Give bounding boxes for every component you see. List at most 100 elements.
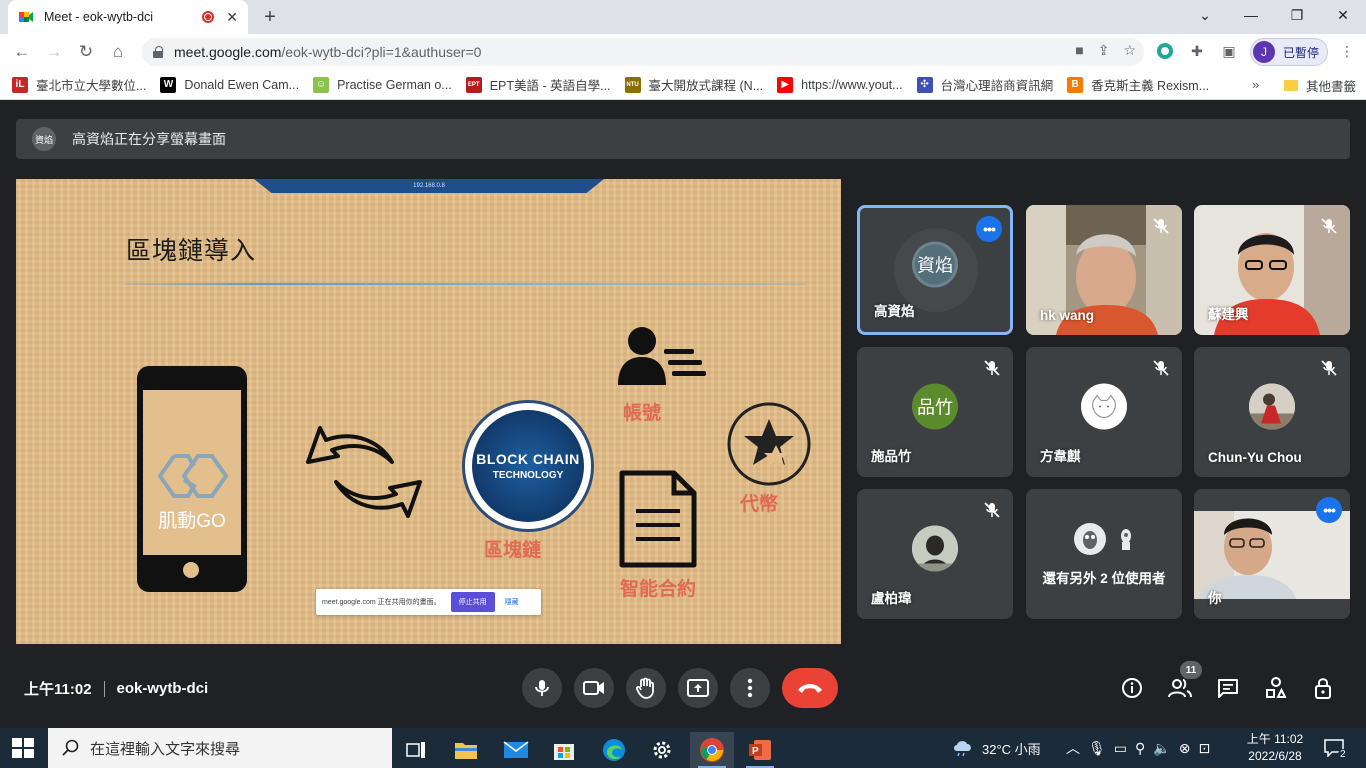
system-tray: ︿ 🎙 ▭ ⚲ 🔈 ⊗ ⊡	[1066, 728, 1210, 768]
other-bookmarks-folder[interactable]: 其他書籤	[1284, 76, 1356, 95]
taskbar-clock[interactable]: 上午 11:02 2022/6/28	[1240, 731, 1310, 765]
browser-menu-icon[interactable]: ⋮	[1336, 40, 1358, 62]
close-window-button[interactable]: ✕	[1320, 0, 1366, 30]
participant-tile[interactable]: 盧柏瑋	[857, 489, 1013, 619]
bookmark-item[interactable]: ✣ 台灣心理諮商資訊網	[916, 75, 1053, 94]
restore-button[interactable]: ❐	[1274, 0, 1320, 30]
reload-icon[interactable]: ↻	[74, 40, 98, 64]
notification-center-button[interactable]: 2	[1324, 728, 1354, 768]
participant-tile[interactable]: Chun-Yu Chou	[1194, 347, 1350, 477]
side-panel-icon[interactable]: ▣	[1218, 40, 1240, 62]
microsoft-store-icon[interactable]	[542, 732, 586, 768]
bookmark-item[interactable]: ☺ Practise German o...	[313, 76, 452, 93]
share-icon[interactable]: ⇪	[1098, 42, 1110, 59]
bookmarks-bar: iL 臺北市立大學數位... W Donald Ewen Cam... ☺ Practis…	[0, 70, 1366, 100]
weather-widget[interactable]: 32°C 小雨	[952, 728, 1041, 768]
people-icon[interactable]	[1168, 676, 1192, 700]
battery-icon[interactable]: ▭	[1114, 740, 1127, 757]
input-method-icon[interactable]: ⊡	[1198, 740, 1210, 757]
slide-title: 區塊鏈導入	[126, 237, 257, 265]
participant-name: Chun-Yu Chou	[1208, 450, 1302, 465]
more-options-button[interactable]	[730, 668, 770, 708]
show-hidden-icons-chevron-up-icon[interactable]: ︿	[1066, 738, 1080, 758]
address-bar[interactable]: meet.google.com/eok-wytb-dci?pli=1&authu…	[142, 38, 1144, 66]
bookmarks-more-icon[interactable]: »	[1252, 77, 1259, 92]
leave-call-button[interactable]	[782, 668, 838, 708]
self-tile[interactable]: ••• 你	[1194, 489, 1350, 619]
more-participants-tile[interactable]: 還有另外 2 位使用者	[1026, 489, 1182, 619]
host-controls-lock-icon[interactable]	[1312, 676, 1336, 700]
stop-sharing-button[interactable]: 停止共用	[450, 592, 495, 612]
phone-graphic: 肌動GO	[137, 366, 247, 592]
file-explorer-icon[interactable]	[444, 732, 488, 768]
camera-button[interactable]	[574, 668, 614, 708]
windows-taskbar: 在這裡輸入文字來搜尋 P 32°C 小雨 ︿ 🎙 ▭ ⚲ 🔈 ⊗ ⊡ 上午 11…	[0, 728, 1366, 768]
bookmark-favicon-icon: ✣	[916, 76, 933, 93]
tab-search-chevron-down-icon[interactable]: ⌄	[1182, 0, 1228, 30]
meet-favicon-icon	[18, 9, 34, 25]
bookmark-item[interactable]: W Donald Ewen Cam...	[160, 76, 299, 93]
remote-desktop-bar[interactable]: 192.168.0.8	[254, 179, 604, 193]
tab-title: Meet - eok-wytb-dci	[44, 10, 154, 24]
participant-tile[interactable]: 品竹 施品竹	[857, 347, 1013, 477]
powerpoint-icon[interactable]: P	[738, 732, 782, 768]
shared-screen[interactable]: 192.168.0.8 區塊鏈導入 肌動GO BLOCK CHAIN TECHN…	[16, 179, 841, 644]
participant-tile[interactable]: 資焰 ••• 高資焰	[857, 205, 1013, 335]
present-screen-button[interactable]	[678, 668, 718, 708]
profile-button[interactable]: J 已暫停	[1250, 38, 1328, 66]
home-icon[interactable]: ⌂	[106, 40, 130, 64]
taskbar-search-box[interactable]: 在這裡輸入文字來搜尋	[48, 728, 392, 768]
rdp-ip: 192.168.0.8	[413, 183, 445, 189]
bookmark-item[interactable]: EPT EPT美語 - 英語自學...	[465, 75, 611, 94]
other-bookmarks-label: 其他書籤	[1306, 80, 1357, 94]
speaking-dots-icon[interactable]: •••	[1316, 497, 1342, 523]
meeting-info: 上午11:02 eok-wytb-dci	[24, 678, 208, 699]
forward-arrow-icon[interactable]: →	[42, 40, 66, 64]
task-view-icon[interactable]	[394, 732, 438, 768]
browser-tab-meet[interactable]: Meet - eok-wytb-dci ✕	[8, 0, 248, 34]
microphone-button[interactable]	[522, 668, 562, 708]
notification-count: 2	[1338, 748, 1348, 760]
mail-icon[interactable]	[494, 732, 538, 768]
settings-gear-icon[interactable]	[640, 732, 684, 768]
participant-tile[interactable]: 蘇建興	[1194, 205, 1350, 335]
windows-start-icon[interactable]	[12, 738, 34, 758]
back-arrow-icon[interactable]: ←	[10, 40, 34, 64]
participant-tile[interactable]: 方韋麒	[1026, 347, 1182, 477]
raise-hand-button[interactable]	[626, 668, 666, 708]
mute-status-icon[interactable]: ⊗	[1179, 740, 1191, 757]
bookmark-item[interactable]: ▶ https://www.yout...	[777, 76, 903, 93]
tab-close-icon[interactable]: ✕	[226, 9, 238, 26]
chat-icon[interactable]	[1216, 676, 1240, 700]
edge-browser-icon[interactable]	[592, 732, 636, 768]
profile-avatar: J	[1253, 41, 1275, 63]
bookmark-favicon-icon: W	[160, 76, 177, 93]
bookmark-star-icon[interactable]: ☆	[1123, 42, 1136, 59]
minimize-button[interactable]: —	[1228, 0, 1274, 30]
bookmark-item[interactable]: iL 臺北市立大學數位...	[12, 75, 146, 94]
bookmark-favicon-icon: ▶	[777, 76, 794, 93]
bookmark-item[interactable]: B 香克斯主義 Rexism...	[1067, 75, 1209, 94]
bookmark-label: Practise German o...	[337, 77, 452, 92]
chrome-icon[interactable]	[690, 732, 734, 768]
new-tab-button[interactable]: +	[258, 5, 282, 29]
hide-button[interactable]: 隱藏	[505, 597, 519, 607]
extensions-puzzle-icon[interactable]: ✚	[1186, 40, 1208, 62]
volume-icon[interactable]: 🔈	[1153, 740, 1170, 757]
presenter-avatar: 資焰	[32, 127, 56, 151]
participant-tile[interactable]: hk wang	[1026, 205, 1182, 335]
extension-g-icon[interactable]	[1154, 40, 1176, 62]
bookmark-item[interactable]: NTU 臺大開放式課程 (N...	[624, 75, 763, 94]
camera-icon[interactable]: ■	[1075, 42, 1083, 59]
network-icon[interactable]: ⚲	[1135, 740, 1145, 757]
speaking-dots-icon[interactable]: •••	[976, 216, 1002, 242]
sync-arrows-icon	[306, 426, 422, 518]
activities-icon[interactable]	[1264, 676, 1288, 700]
microphone-tray-icon[interactable]: 🎙	[1088, 740, 1106, 757]
search-icon	[62, 739, 79, 756]
overflow-avatar	[1112, 523, 1140, 555]
participant-name: 方韋麒	[1040, 449, 1081, 464]
bookmark-favicon-icon: iL	[12, 76, 28, 93]
meeting-details-info-icon[interactable]	[1120, 676, 1144, 700]
lock-icon	[152, 46, 164, 58]
